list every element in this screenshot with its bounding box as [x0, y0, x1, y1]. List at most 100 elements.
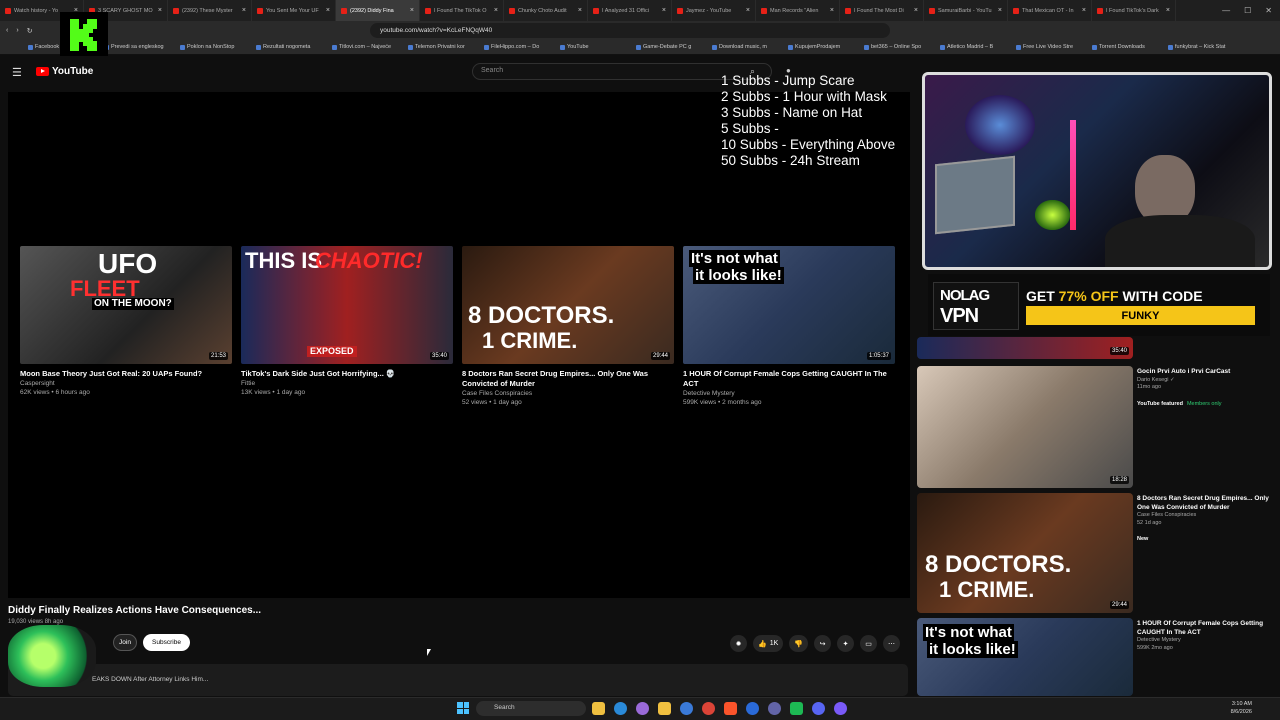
browser-tab[interactable]: I Found The TikTok O ×: [420, 0, 504, 21]
sidebar-thumbnail[interactable]: 29:44 8 DOCTORS. 1 CRIME.: [917, 493, 1133, 613]
bookmark-favicon-icon: [636, 44, 641, 50]
bookmark-label: Torrent Downloads: [1099, 44, 1145, 50]
browser-tab[interactable]: I Analyzed 31 Offici ×: [588, 0, 672, 21]
bookmark-item[interactable]: Atletico Madrid – B: [940, 44, 1012, 50]
endscreen-card[interactable]: 8 DOCTORS. 1 CRIME. 29:44 8 Doctors Ran Sec…: [462, 246, 674, 407]
close-tab-icon[interactable]: ×: [662, 7, 666, 14]
sidebar-info[interactable]: 8 Doctors Ran Secret Drug Empires... Onl…: [1137, 495, 1272, 545]
tab-label: That Mexican OT - In: [1022, 7, 1074, 14]
bookmark-item[interactable]: funkybrat – Kick Stat: [1168, 44, 1240, 50]
discord-icon[interactable]: [812, 702, 825, 715]
bookmark-label: Facebook: [35, 44, 60, 50]
edge-icon[interactable]: [614, 702, 627, 715]
thumb-text-3: ON THE MOON?: [92, 298, 174, 310]
bookmark-item[interactable]: Game-Debate PC g: [636, 44, 708, 50]
menu-icon[interactable]: ☰: [12, 66, 22, 79]
subscribe-button[interactable]: Subscribe: [143, 634, 190, 651]
close-tab-icon[interactable]: ×: [494, 7, 498, 14]
reload-icon[interactable]: ↻: [27, 27, 33, 35]
system-clock[interactable]: 3:10 AM 8/6/2026: [1231, 700, 1252, 716]
browser-tab[interactable]: Man Records "Alien ×: [756, 0, 840, 21]
taskbar-search[interactable]: Search: [476, 701, 586, 716]
join-button[interactable]: Join: [113, 634, 137, 651]
description-box[interactable]: EAKS DOWN After Attorney Links Him...: [8, 664, 908, 696]
close-icon[interactable]: ✕: [1265, 6, 1272, 15]
sub-goal-line: 1 Subbs - Jump Scare: [721, 73, 855, 88]
close-tab-icon[interactable]: ×: [1082, 7, 1086, 14]
brave-icon[interactable]: [724, 702, 737, 715]
video-thumbnail: It's not what it looks like! 1:05:37: [683, 246, 895, 364]
bookmark-item[interactable]: Free Live Video Stre: [1016, 44, 1088, 50]
maximize-icon[interactable]: ☐: [1244, 6, 1251, 15]
app-icon[interactable]: [746, 702, 759, 715]
more-icon[interactable]: ⋯: [883, 635, 900, 652]
like-button[interactable]: 👍 1K: [753, 635, 784, 652]
teams-icon[interactable]: [768, 702, 781, 715]
browser-tab[interactable]: Chunky Choto Audit ×: [504, 0, 588, 21]
bookmark-item[interactable]: Telemon Privatni kor: [408, 44, 480, 50]
browser-tab[interactable]: I Found The Most Di ×: [840, 0, 924, 21]
video-actions: ✹ 👍 1K 👎 ↪ ✦ ▭ ⋯: [730, 635, 900, 652]
browser-tab[interactable]: You Sent Me Your UF ×: [252, 0, 336, 21]
close-tab-icon[interactable]: ×: [746, 7, 750, 14]
bookmark-item[interactable]: Download music, m: [712, 44, 784, 50]
copilot-icon[interactable]: [636, 702, 649, 715]
thumb-text-2: it looks like!: [693, 267, 784, 284]
close-tab-icon[interactable]: ×: [998, 7, 1002, 14]
sidebar-info[interactable]: Gocin Prvi Auto i Prvi CarCast Dario Kese…: [1137, 368, 1272, 410]
tab-label: I Found The Most Di: [854, 7, 904, 14]
bookmark-item[interactable]: Poklon na NonStop: [180, 44, 252, 50]
sidebar-thumbnail[interactable]: 35:40: [917, 337, 1133, 359]
save-button[interactable]: ▭: [860, 635, 877, 652]
bookmark-item[interactable]: bet365 – Online Spo: [864, 44, 936, 50]
sidebar-thumbnail[interactable]: It's not what it looks like!: [917, 618, 1133, 696]
close-tab-icon[interactable]: ×: [158, 7, 162, 14]
windows-start-icon[interactable]: [457, 702, 469, 714]
sidebar-thumbnail[interactable]: 18:28: [917, 366, 1133, 488]
bookmark-item[interactable]: KupujemProdajem: [788, 44, 860, 50]
share-button[interactable]: ↪: [814, 635, 831, 652]
folder-icon[interactable]: [592, 702, 605, 715]
close-tab-icon[interactable]: ×: [914, 7, 918, 14]
endscreen-card[interactable]: It's not what it looks like! 1:05:37 1 HOUR…: [683, 246, 895, 407]
endscreen-card[interactable]: UFO FLEET ON THE MOON? 21:53 Moon Base Theor…: [20, 246, 232, 397]
wall-art: [965, 95, 1035, 155]
store-icon[interactable]: [680, 702, 693, 715]
browser-tab[interactable]: (2392) Diddy Fina ×: [336, 0, 420, 21]
bookmark-item[interactable]: Torrent Downloads: [1092, 44, 1164, 50]
back-icon[interactable]: ‹: [6, 27, 8, 34]
browser-tab[interactable]: SamuraiBarbi - YouTu ×: [924, 0, 1008, 21]
bookmark-item[interactable]: YouTube: [560, 44, 632, 50]
close-tab-icon[interactable]: ×: [326, 7, 330, 14]
endscreen-card[interactable]: THIS IS CHAOTIC! EXPOSED 35:40 TikTok's Dark…: [241, 246, 453, 397]
youtube-logo[interactable]: YouTube: [36, 66, 93, 77]
dislike-button[interactable]: 👎: [789, 635, 808, 652]
browser-tab[interactable]: (2392) These Myster ×: [168, 0, 252, 21]
forward-icon[interactable]: ›: [16, 27, 18, 34]
bookmark-item[interactable]: Titlovi.com – Najveće: [332, 44, 404, 50]
sidebar-info[interactable]: 1 HOUR Of Corrupt Female Cops Getting CA…: [1137, 620, 1272, 652]
browser-tab[interactable]: I Found TikTok's Dark ×: [1092, 0, 1176, 21]
tab-label: Jaymez - YouTube: [686, 7, 732, 14]
close-tab-icon[interactable]: ×: [242, 7, 246, 14]
url-field[interactable]: youtube.com/watch?v=KcLeFNQqW40: [370, 23, 890, 38]
gear-icon[interactable]: ✹: [730, 635, 747, 652]
thumb-text-1: It's not what: [923, 624, 1014, 641]
chrome-icon[interactable]: [702, 702, 715, 715]
kick-app-icon[interactable]: [834, 702, 847, 715]
close-tab-icon[interactable]: ×: [830, 7, 834, 14]
browser-tab[interactable]: Jaymez - YouTube ×: [672, 0, 756, 21]
bookmark-item[interactable]: FileHippo.com – Do: [484, 44, 556, 50]
sparkle-icon[interactable]: ✦: [837, 635, 854, 652]
browser-tab[interactable]: That Mexican OT - In ×: [1008, 0, 1092, 21]
bookmark-item[interactable]: Prevedi sa engleskog: [104, 44, 176, 50]
close-tab-icon[interactable]: ×: [1166, 7, 1170, 14]
close-tab-icon[interactable]: ×: [578, 7, 582, 14]
channel-avatar[interactable]: [8, 625, 96, 687]
spotify-icon[interactable]: [790, 702, 803, 715]
minimize-icon[interactable]: —: [1222, 6, 1230, 15]
bookmark-item[interactable]: Rezultati nogometa: [256, 44, 328, 50]
files-icon[interactable]: [658, 702, 671, 715]
close-tab-icon[interactable]: ×: [410, 7, 414, 14]
card-title: Moon Base Theory Just Got Real: 20 UAPs …: [20, 369, 203, 378]
